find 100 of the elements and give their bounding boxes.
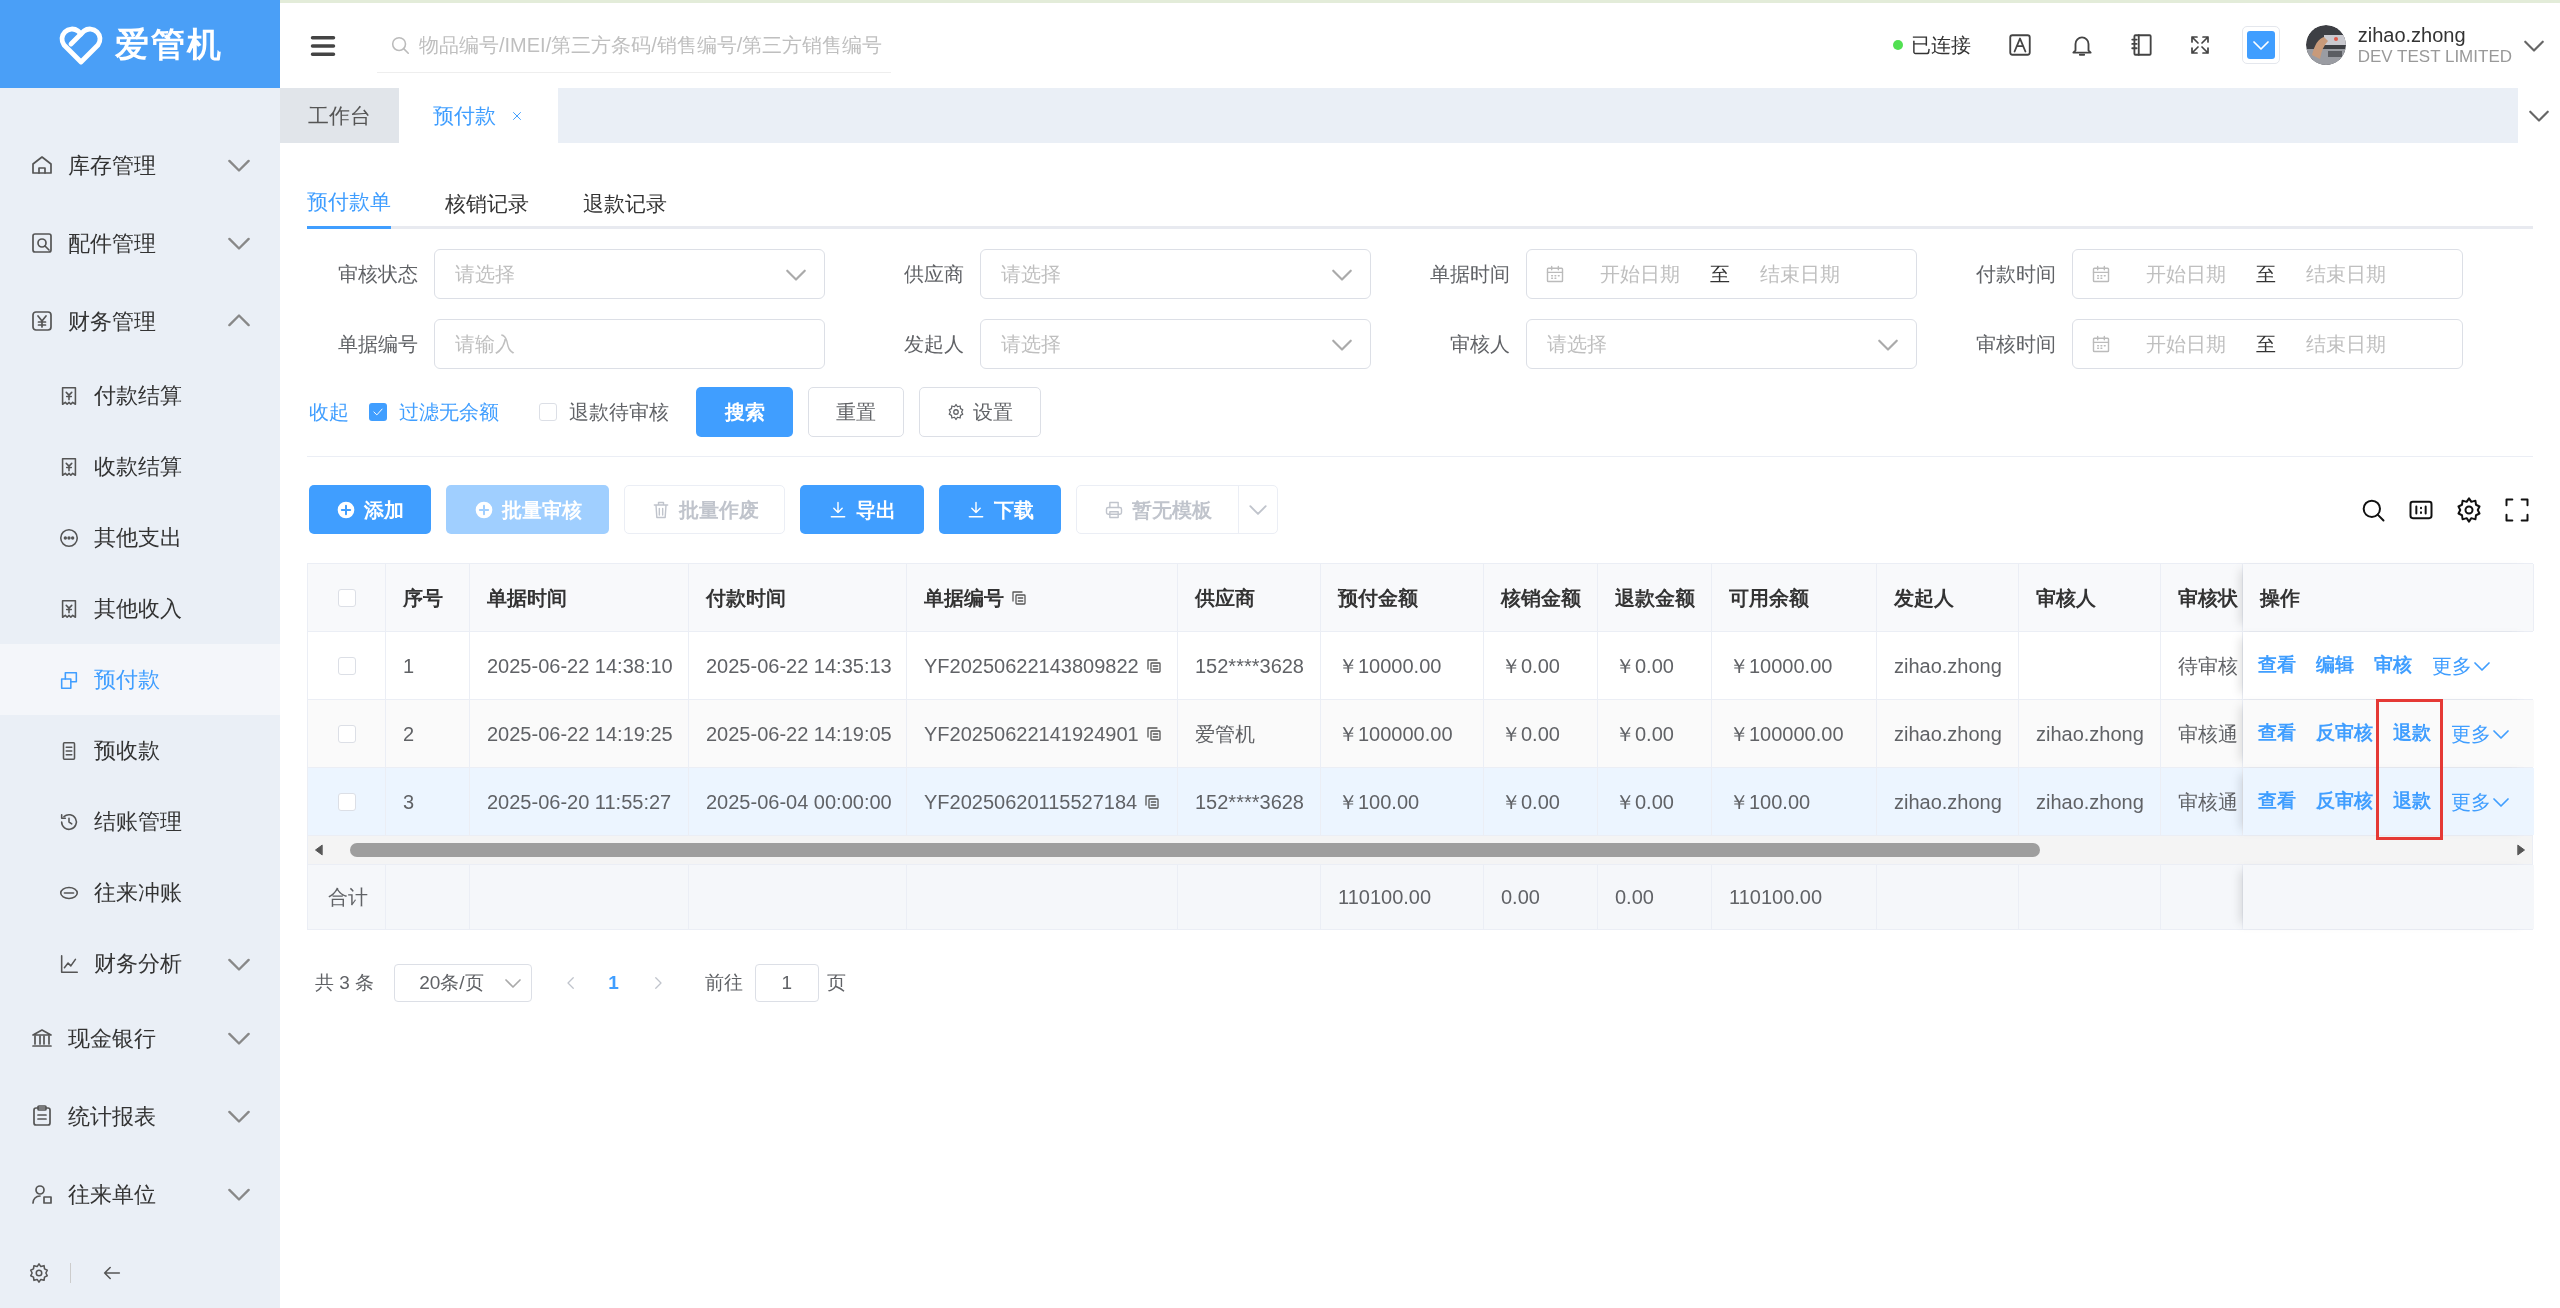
dropdown-button[interactable] (2241, 26, 2280, 65)
checkbox[interactable] (337, 656, 356, 675)
page-tab[interactable]: 工作台 (280, 88, 399, 143)
page-input[interactable]: 1 (754, 964, 819, 1002)
collapse-link[interactable]: 收起 (309, 397, 349, 427)
action-link[interactable]: 反审核 (2316, 787, 2373, 816)
sidebar-item[interactable]: 配件管理 (0, 204, 280, 282)
table-cell-text: ￥0.00 (1501, 721, 1560, 747)
chevron-down-icon (228, 1187, 250, 1201)
tab[interactable]: 退款记录 (583, 179, 667, 229)
sidebar-item[interactable]: 财务管理 (0, 282, 280, 360)
checkbox[interactable] (337, 792, 356, 811)
chart-icon (58, 952, 80, 975)
copy-icon[interactable] (1144, 656, 1163, 675)
checkbox[interactable] (337, 588, 356, 607)
chevron-down-icon[interactable] (2529, 109, 2549, 122)
checkbox-label: 退款待审核 (569, 400, 669, 425)
table-cell-text: 2025-06-22 14:38:10 (487, 653, 673, 679)
total-label: 合计 (328, 885, 368, 910)
checkbox[interactable] (369, 403, 387, 421)
table-row[interactable]: 2 2025-06-22 14:19:25 2025-06-22 14:19:05 YF20250622141924901 爱管机 ￥100000.00 ￥0.00 ￥0.00 ￥100000.00 zihao.zhong zihao.zhong 审核通 查看 反审核 退款 更多 (308, 700, 2532, 768)
filter-label: 审核状态 (337, 262, 419, 287)
select-field[interactable]: 请选择 (1526, 319, 1917, 369)
toolbar-button[interactable]: 导出 (800, 485, 924, 534)
date-range-field[interactable]: 开始日期 至 结束日期 (1526, 249, 1917, 299)
table-cell-text: 2025-06-22 14:35:13 (706, 653, 892, 679)
chevron-down-icon[interactable] (2524, 39, 2544, 52)
scroll-right-icon[interactable] (2514, 843, 2528, 857)
page-number[interactable]: 1 (608, 968, 619, 998)
scrollbar-thumb[interactable] (350, 843, 2040, 857)
more-dropdown[interactable]: 更多 (2451, 786, 2509, 817)
total-cell-text: 110100.00 (1729, 885, 1823, 910)
sidebar-item[interactable]: 结账管理 (0, 786, 280, 857)
sidebar-item[interactable]: 其他收入 (0, 573, 280, 644)
more-dropdown[interactable]: 更多 (2432, 650, 2490, 681)
house-icon (30, 153, 54, 177)
sidebar-item[interactable]: 其他支出 (0, 502, 280, 573)
settings-icon[interactable] (2455, 495, 2483, 524)
chevron-down-icon (228, 236, 250, 250)
checkbox[interactable] (337, 724, 356, 743)
action-link[interactable]: 审核 (2374, 651, 2412, 680)
scroll-left-icon[interactable] (312, 843, 326, 857)
sidebar-item[interactable]: 统计报表 (0, 1077, 280, 1155)
action-link[interactable]: 编辑 (2316, 651, 2354, 680)
table-cell-text: ￥0.00 (1615, 721, 1674, 747)
action-link[interactable]: 查看 (2258, 787, 2296, 816)
table-row[interactable]: 3 2025-06-20 11:55:27 2025-06-04 00:00:00 YF20250620115527184 152****3628 ￥100.00 ￥0.00 ￥0.00 ￥100.00 zihao.zhong zihao.zhong 审核通 查看 反审核 退款 更多 (308, 768, 2532, 836)
select-field[interactable]: 请选择 (434, 249, 825, 299)
table-cell-text: YF20250622143809822 (924, 653, 1139, 679)
select-field[interactable]: 请选择 (980, 249, 1371, 299)
table-row[interactable]: 1 2025-06-22 14:38:10 2025-06-22 14:35:13 YF20250622143809822 152****3628 ￥10000.00 ￥0.00 ￥0.00 ￥10000.00 zihao.zhong 待审核 查看 编辑 审核 更多 (308, 632, 2532, 700)
notebook-icon[interactable] (2128, 32, 2155, 59)
column-header: 审核人 (2019, 564, 2161, 631)
sidebar-item[interactable]: 库存管理 (0, 126, 280, 204)
sidebar-item[interactable]: 往来单位 (0, 1155, 280, 1233)
table-cell-text: 152****3628 (1195, 653, 1304, 679)
calendar-icon (1545, 264, 1565, 284)
action-link[interactable]: 查看 (2258, 719, 2296, 748)
chevron-down-icon (505, 978, 522, 988)
table-cell-text: 1 (403, 653, 415, 679)
settings-button[interactable]: 设置 (919, 387, 1041, 437)
select-field[interactable]: 请选择 (980, 319, 1371, 369)
tab[interactable]: 预付款单 (307, 179, 391, 229)
more-dropdown[interactable]: 更多 (2451, 718, 2509, 749)
action-link[interactable]: 查看 (2258, 651, 2296, 680)
chevron-down-icon (228, 956, 250, 971)
calendar-icon (2091, 264, 2111, 284)
table-cell-text: 2 (403, 721, 415, 747)
toolbar-button[interactable]: 添加 (309, 485, 431, 534)
total-cell-text: 0.00 (1501, 885, 1540, 910)
total-cell-text: 110100.00 (1338, 885, 1432, 910)
toolbar-button[interactable]: 下载 (939, 485, 1061, 534)
sidebar-item[interactable]: 预收款 (0, 715, 280, 786)
column-header: 单据时间 (470, 564, 689, 631)
sidebar-item[interactable]: 预付款 (0, 644, 280, 715)
copy-icon[interactable] (1143, 792, 1162, 811)
date-range-field[interactable]: 开始日期 至 结束日期 (2072, 319, 2463, 369)
action-link[interactable]: 反审核 (2316, 719, 2373, 748)
settings-icon[interactable] (28, 1262, 50, 1284)
checkbox[interactable] (539, 403, 557, 421)
goto-label: 前往 (704, 970, 743, 995)
tab[interactable]: 核销记录 (445, 179, 529, 229)
sidebar-item[interactable]: 现金银行 (0, 999, 280, 1077)
sidebar-item[interactable]: 财务分析 (0, 928, 280, 999)
copy-icon[interactable] (1144, 724, 1163, 743)
action-link[interactable]: 退款 (2393, 719, 2431, 748)
sidebar-item[interactable]: 付款结算 (0, 360, 280, 431)
date-range-field[interactable]: 开始日期 至 结束日期 (2072, 249, 2463, 299)
sidebar-item[interactable]: 往来冲账 (0, 857, 280, 928)
table-cell-text: ￥0.00 (1615, 653, 1674, 679)
page-tab[interactable]: 预付款 (399, 88, 558, 143)
text-box-icon[interactable] (2006, 32, 2033, 59)
page-size-select[interactable]: 20条/页 (394, 964, 533, 1002)
action-link[interactable]: 退款 (2393, 787, 2431, 816)
reset-button[interactable]: 重置 (808, 387, 904, 437)
sidebar-item[interactable]: 收款结算 (0, 431, 280, 502)
search-field[interactable]: 物品编号/IMEI/第三方条码/销售编号/第三方销售编号 (377, 18, 891, 73)
column-header: 预付金额 (1321, 564, 1484, 631)
input-field[interactable]: 请输入 (434, 319, 825, 369)
search-button[interactable]: 搜索 (696, 387, 793, 437)
